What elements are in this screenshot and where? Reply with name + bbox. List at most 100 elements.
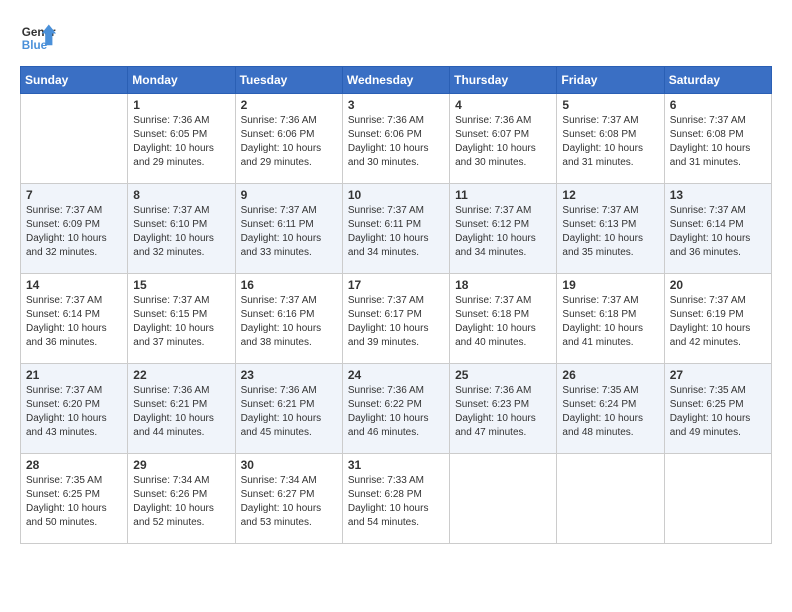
day-info: Sunrise: 7:36 AMSunset: 6:23 PMDaylight:…	[455, 384, 551, 440]
calendar-table: SundayMondayTuesdayWednesdayThursdayFrid…	[20, 66, 772, 544]
page-header: General Blue	[20, 20, 772, 56]
calendar-cell: 14 Sunrise: 7:37 AMSunset: 6:14 PMDayligh…	[21, 274, 128, 364]
calendar-cell: 22 Sunrise: 7:36 AMSunset: 6:21 PMDayligh…	[128, 364, 235, 454]
calendar-cell: 24 Sunrise: 7:36 AMSunset: 6:22 PMDayligh…	[342, 364, 449, 454]
day-info: Sunrise: 7:37 AMSunset: 6:11 PMDaylight:…	[348, 204, 444, 260]
weekday-header-wednesday: Wednesday	[342, 67, 449, 94]
day-info: Sunrise: 7:37 AMSunset: 6:12 PMDaylight:…	[455, 204, 551, 260]
calendar-cell: 31 Sunrise: 7:33 AMSunset: 6:28 PMDayligh…	[342, 454, 449, 544]
calendar-cell: 6 Sunrise: 7:37 AMSunset: 6:08 PMDaylight…	[664, 94, 771, 184]
day-number: 22	[133, 368, 229, 382]
weekday-header-thursday: Thursday	[450, 67, 557, 94]
day-number: 11	[455, 188, 551, 202]
calendar-cell: 8 Sunrise: 7:37 AMSunset: 6:10 PMDaylight…	[128, 184, 235, 274]
calendar-cell: 9 Sunrise: 7:37 AMSunset: 6:11 PMDaylight…	[235, 184, 342, 274]
day-info: Sunrise: 7:36 AMSunset: 6:22 PMDaylight:…	[348, 384, 444, 440]
calendar-cell: 12Sunrise: 7:37 AMSunset: 6:13 PMDayligh…	[557, 184, 664, 274]
day-info: Sunrise: 7:35 AMSunset: 6:25 PMDaylight:…	[26, 474, 122, 530]
calendar-cell: 25 Sunrise: 7:36 AMSunset: 6:23 PMDayligh…	[450, 364, 557, 454]
day-number: 15	[133, 278, 229, 292]
day-number: 13	[670, 188, 766, 202]
calendar-cell: 29 Sunrise: 7:34 AMSunset: 6:26 PMDayligh…	[128, 454, 235, 544]
calendar-cell	[557, 454, 664, 544]
day-info: Sunrise: 7:34 AMSunset: 6:26 PMDaylight:…	[133, 474, 229, 530]
calendar-cell: 16 Sunrise: 7:37 AMSunset: 6:16 PMDayligh…	[235, 274, 342, 364]
calendar-cell: 30Sunrise: 7:34 AMSunset: 6:27 PMDayligh…	[235, 454, 342, 544]
day-info: Sunrise: 7:37 AMSunset: 6:14 PMDaylight:…	[26, 294, 122, 350]
day-info: Sunrise: 7:36 AMSunset: 6:06 PMDaylight:…	[348, 114, 444, 170]
calendar-cell: 4 Sunrise: 7:36 AMSunset: 6:07 PMDaylight…	[450, 94, 557, 184]
calendar-cell: 27 Sunrise: 7:35 AMSunset: 6:25 PMDayligh…	[664, 364, 771, 454]
day-number: 29	[133, 458, 229, 472]
logo: General Blue	[20, 20, 56, 56]
day-number: 25	[455, 368, 551, 382]
calendar-cell: 28 Sunrise: 7:35 AMSunset: 6:25 PMDayligh…	[21, 454, 128, 544]
calendar-cell: 2 Sunrise: 7:36 AMSunset: 6:06 PMDaylight…	[235, 94, 342, 184]
week-row-1: 1 Sunrise: 7:36 AMSunset: 6:05 PMDaylight…	[21, 94, 772, 184]
day-info: Sunrise: 7:33 AMSunset: 6:28 PMDaylight:…	[348, 474, 444, 530]
day-number: 9	[241, 188, 337, 202]
calendar-cell: 18 Sunrise: 7:37 AMSunset: 6:18 PMDayligh…	[450, 274, 557, 364]
day-number: 18	[455, 278, 551, 292]
day-number: 31	[348, 458, 444, 472]
day-number: 17	[348, 278, 444, 292]
day-number: 10	[348, 188, 444, 202]
calendar-cell	[21, 94, 128, 184]
day-number: 30	[241, 458, 337, 472]
day-info: Sunrise: 7:36 AMSunset: 6:05 PMDaylight:…	[133, 114, 229, 170]
calendar-cell	[450, 454, 557, 544]
weekday-header-monday: Monday	[128, 67, 235, 94]
day-number: 27	[670, 368, 766, 382]
day-info: Sunrise: 7:37 AMSunset: 6:18 PMDaylight:…	[562, 294, 658, 350]
calendar-cell: 23Sunrise: 7:36 AMSunset: 6:21 PMDayligh…	[235, 364, 342, 454]
day-number: 4	[455, 98, 551, 112]
day-number: 21	[26, 368, 122, 382]
day-number: 2	[241, 98, 337, 112]
svg-text:Blue: Blue	[22, 39, 48, 52]
day-number: 3	[348, 98, 444, 112]
day-info: Sunrise: 7:37 AMSunset: 6:09 PMDaylight:…	[26, 204, 122, 260]
day-number: 7	[26, 188, 122, 202]
week-row-5: 28 Sunrise: 7:35 AMSunset: 6:25 PMDayligh…	[21, 454, 772, 544]
day-number: 16	[241, 278, 337, 292]
day-number: 28	[26, 458, 122, 472]
day-info: Sunrise: 7:36 AMSunset: 6:07 PMDaylight:…	[455, 114, 551, 170]
day-info: Sunrise: 7:36 AMSunset: 6:21 PMDaylight:…	[133, 384, 229, 440]
day-info: Sunrise: 7:37 AMSunset: 6:11 PMDaylight:…	[241, 204, 337, 260]
calendar-cell: 7 Sunrise: 7:37 AMSunset: 6:09 PMDaylight…	[21, 184, 128, 274]
calendar-cell: 26Sunrise: 7:35 AMSunset: 6:24 PMDayligh…	[557, 364, 664, 454]
calendar-cell: 17 Sunrise: 7:37 AMSunset: 6:17 PMDayligh…	[342, 274, 449, 364]
day-info: Sunrise: 7:37 AMSunset: 6:17 PMDaylight:…	[348, 294, 444, 350]
week-row-3: 14 Sunrise: 7:37 AMSunset: 6:14 PMDayligh…	[21, 274, 772, 364]
calendar-cell: 10 Sunrise: 7:37 AMSunset: 6:11 PMDayligh…	[342, 184, 449, 274]
day-info: Sunrise: 7:35 AMSunset: 6:24 PMDaylight:…	[562, 384, 658, 440]
day-info: Sunrise: 7:37 AMSunset: 6:14 PMDaylight:…	[670, 204, 766, 260]
day-info: Sunrise: 7:35 AMSunset: 6:25 PMDaylight:…	[670, 384, 766, 440]
day-number: 24	[348, 368, 444, 382]
day-number: 5	[562, 98, 658, 112]
day-info: Sunrise: 7:37 AMSunset: 6:08 PMDaylight:…	[670, 114, 766, 170]
day-number: 8	[133, 188, 229, 202]
calendar-cell: 21Sunrise: 7:37 AMSunset: 6:20 PMDayligh…	[21, 364, 128, 454]
day-number: 20	[670, 278, 766, 292]
logo-icon: General Blue	[20, 20, 56, 56]
day-number: 6	[670, 98, 766, 112]
calendar-cell: 3 Sunrise: 7:36 AMSunset: 6:06 PMDaylight…	[342, 94, 449, 184]
day-info: Sunrise: 7:36 AMSunset: 6:06 PMDaylight:…	[241, 114, 337, 170]
week-row-4: 21Sunrise: 7:37 AMSunset: 6:20 PMDayligh…	[21, 364, 772, 454]
day-number: 19	[562, 278, 658, 292]
weekday-header-sunday: Sunday	[21, 67, 128, 94]
day-number: 1	[133, 98, 229, 112]
day-info: Sunrise: 7:37 AMSunset: 6:10 PMDaylight:…	[133, 204, 229, 260]
day-info: Sunrise: 7:37 AMSunset: 6:08 PMDaylight:…	[562, 114, 658, 170]
day-info: Sunrise: 7:36 AMSunset: 6:21 PMDaylight:…	[241, 384, 337, 440]
calendar-cell: 19 Sunrise: 7:37 AMSunset: 6:18 PMDayligh…	[557, 274, 664, 364]
day-info: Sunrise: 7:37 AMSunset: 6:19 PMDaylight:…	[670, 294, 766, 350]
day-number: 14	[26, 278, 122, 292]
day-info: Sunrise: 7:37 AMSunset: 6:16 PMDaylight:…	[241, 294, 337, 350]
day-info: Sunrise: 7:37 AMSunset: 6:18 PMDaylight:…	[455, 294, 551, 350]
calendar-cell: 15Sunrise: 7:37 AMSunset: 6:15 PMDayligh…	[128, 274, 235, 364]
calendar-cell: 1 Sunrise: 7:36 AMSunset: 6:05 PMDaylight…	[128, 94, 235, 184]
day-info: Sunrise: 7:37 AMSunset: 6:13 PMDaylight:…	[562, 204, 658, 260]
calendar-cell: 20 Sunrise: 7:37 AMSunset: 6:19 PMDayligh…	[664, 274, 771, 364]
